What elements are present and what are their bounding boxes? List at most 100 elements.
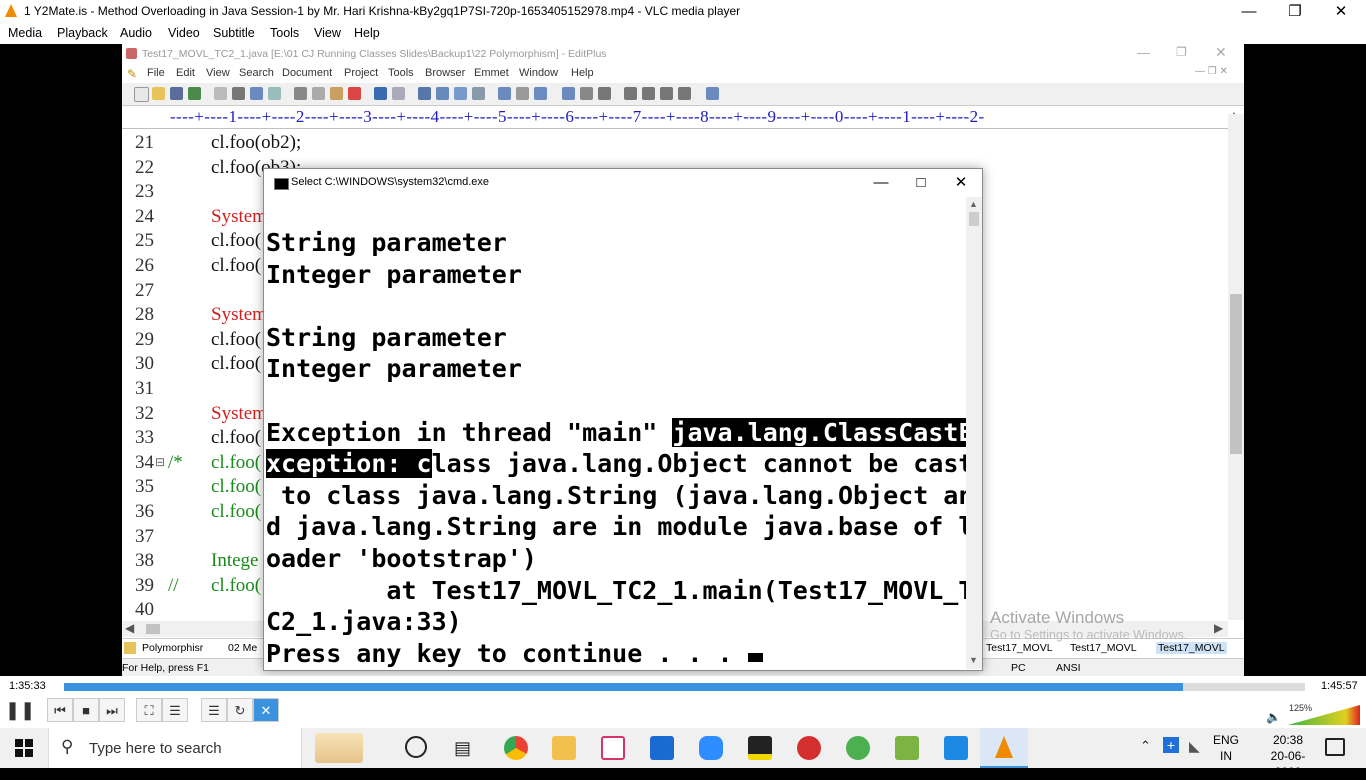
taskbar-search[interactable]: ⚲ Type here to search xyxy=(48,728,363,768)
paste-icon[interactable] xyxy=(330,87,343,100)
ep-menu-browser[interactable]: Browser xyxy=(425,67,465,79)
cut-icon[interactable] xyxy=(294,87,307,100)
previous-button[interactable]: ⏮ xyxy=(47,698,73,722)
playlist-button[interactable]: ☰ xyxy=(201,698,227,722)
store-icon[interactable] xyxy=(650,736,674,760)
speaker-icon[interactable]: 🔈 xyxy=(1266,710,1281,724)
menu-audio[interactable]: Audio xyxy=(120,26,152,40)
browser-icon[interactable] xyxy=(268,87,281,100)
restore-button[interactable]: ❐ xyxy=(1272,0,1318,23)
fold-toggle-icon[interactable]: ⊟ xyxy=(155,455,165,470)
ep-restore-icon[interactable]: ❐ xyxy=(1176,45,1187,59)
tab-polymorphism[interactable]: Polymorphisr xyxy=(142,642,203,654)
print-preview-icon[interactable] xyxy=(214,87,227,100)
help-icon[interactable] xyxy=(706,87,719,100)
volume-slider[interactable] xyxy=(1288,705,1360,725)
scroll-left-icon[interactable]: ◀ xyxy=(125,621,134,635)
ep-menu-project[interactable]: Project xyxy=(344,67,378,79)
delete-icon[interactable] xyxy=(348,87,361,100)
find-in-files-icon[interactable] xyxy=(454,87,467,100)
snipping-tool-icon[interactable] xyxy=(601,736,625,760)
new-file-icon[interactable] xyxy=(134,87,149,102)
directory-icon[interactable] xyxy=(660,87,673,100)
copy-icon[interactable] xyxy=(312,87,325,100)
windows-start-icon[interactable] xyxy=(15,739,33,757)
redo-icon[interactable] xyxy=(392,87,405,100)
minimize-button[interactable]: — xyxy=(1226,0,1272,23)
save-icon[interactable] xyxy=(170,87,183,100)
ep-doc-controls[interactable]: — ❐ ✕ xyxy=(1195,66,1228,77)
seek-bar[interactable] xyxy=(64,683,1305,691)
tab-test17-active[interactable]: Test17_MOVL xyxy=(1156,642,1227,654)
tray-plus-icon[interactable]: + xyxy=(1163,737,1179,753)
open-folder-icon[interactable] xyxy=(152,87,165,100)
menu-tools[interactable]: Tools xyxy=(270,26,299,40)
close-button[interactable]: ✕ xyxy=(1318,0,1364,23)
ep-minimize-icon[interactable]: — xyxy=(1137,45,1150,60)
menu-media[interactable]: Media xyxy=(8,26,42,40)
ep-menu-file[interactable]: File xyxy=(147,67,165,79)
word-wrap-icon[interactable] xyxy=(534,87,547,100)
pause-button[interactable]: ❚❚ xyxy=(5,698,35,722)
ep-menu-view[interactable]: View xyxy=(206,67,230,79)
tray-clock[interactable]: 20:38 20-06-2022 xyxy=(1258,732,1318,780)
spell-check-icon[interactable] xyxy=(250,87,263,100)
chrome-icon[interactable] xyxy=(504,736,528,760)
cmd-minimize-button[interactable]: — xyxy=(861,172,901,194)
ep-menu-search[interactable]: Search xyxy=(239,67,274,79)
tab-02-me[interactable]: 02 Me xyxy=(228,642,257,654)
zoom-icon[interactable] xyxy=(699,736,723,760)
vlc-taskbar-button[interactable] xyxy=(980,728,1028,768)
undo-icon[interactable] xyxy=(374,87,387,100)
ep-menu-tools[interactable]: Tools xyxy=(388,67,414,79)
next-button[interactable]: ⏭ xyxy=(99,698,125,722)
notification-icon[interactable] xyxy=(1325,738,1345,756)
menu-subtitle[interactable]: Subtitle xyxy=(213,26,255,40)
console-scroll-thumb[interactable] xyxy=(969,212,979,226)
output-icon[interactable] xyxy=(678,87,691,100)
menu-video[interactable]: Video xyxy=(168,26,200,40)
shuffle-button[interactable]: ✕ xyxy=(253,698,279,722)
network-icon[interactable]: ◣ xyxy=(1189,738,1200,755)
chart-app-icon[interactable] xyxy=(895,736,919,760)
tray-chevron-icon[interactable]: ⌃ xyxy=(1140,738,1151,754)
photos-icon[interactable] xyxy=(944,736,968,760)
file-explorer-icon[interactable] xyxy=(552,736,576,760)
window-list-icon[interactable] xyxy=(624,87,637,100)
tab-test17-a[interactable]: Test17_MOVL xyxy=(986,642,1053,654)
stop-button[interactable]: ■ xyxy=(73,698,99,722)
ep-menu-help[interactable]: Help xyxy=(571,67,594,79)
ep-menu-window[interactable]: Window xyxy=(519,67,558,79)
font-icon[interactable] xyxy=(498,87,511,100)
recorder-icon[interactable] xyxy=(797,736,821,760)
ep-menu-edit[interactable]: Edit xyxy=(176,67,195,79)
console-output[interactable]: String parameter Integer parameter String … xyxy=(266,197,966,669)
sticky-notes-icon[interactable] xyxy=(748,736,772,760)
hex-icon[interactable] xyxy=(516,87,529,100)
cortana-icon[interactable] xyxy=(405,736,427,758)
menu-help[interactable]: Help xyxy=(354,26,380,40)
menu-playback[interactable]: Playback xyxy=(57,26,108,40)
hscroll-thumb[interactable] xyxy=(146,624,160,634)
column-icon[interactable] xyxy=(580,87,593,100)
ep-close-icon[interactable]: ✕ xyxy=(1215,44,1227,61)
tab-test17-b[interactable]: Test17_MOVL xyxy=(1070,642,1137,654)
editor-scroll-thumb[interactable] xyxy=(1230,294,1242,454)
console-scroll-down-icon[interactable]: ▼ xyxy=(969,655,978,665)
save-all-icon[interactable] xyxy=(188,87,201,100)
ep-menu-document[interactable]: Document xyxy=(282,67,332,79)
print-icon[interactable] xyxy=(232,87,245,100)
green-app-icon[interactable] xyxy=(846,736,870,760)
find-icon[interactable] xyxy=(418,87,431,100)
line-number-icon[interactable] xyxy=(562,87,575,100)
language-indicator[interactable]: ENG IN xyxy=(1213,732,1239,764)
settings-icon[interactable] xyxy=(598,87,611,100)
cmd-maximize-button[interactable]: □ xyxy=(901,172,941,194)
cliptext-icon[interactable] xyxy=(642,87,655,100)
replace-icon[interactable] xyxy=(436,87,449,100)
extended-settings-button[interactable]: ☰ xyxy=(162,698,188,722)
console-scrollbar[interactable]: ▲ ▼ xyxy=(966,197,982,669)
goto-icon[interactable] xyxy=(472,87,485,100)
console-scroll-up-icon[interactable]: ▲ xyxy=(969,199,978,209)
ep-menu-emmet[interactable]: Emmet xyxy=(474,67,509,79)
